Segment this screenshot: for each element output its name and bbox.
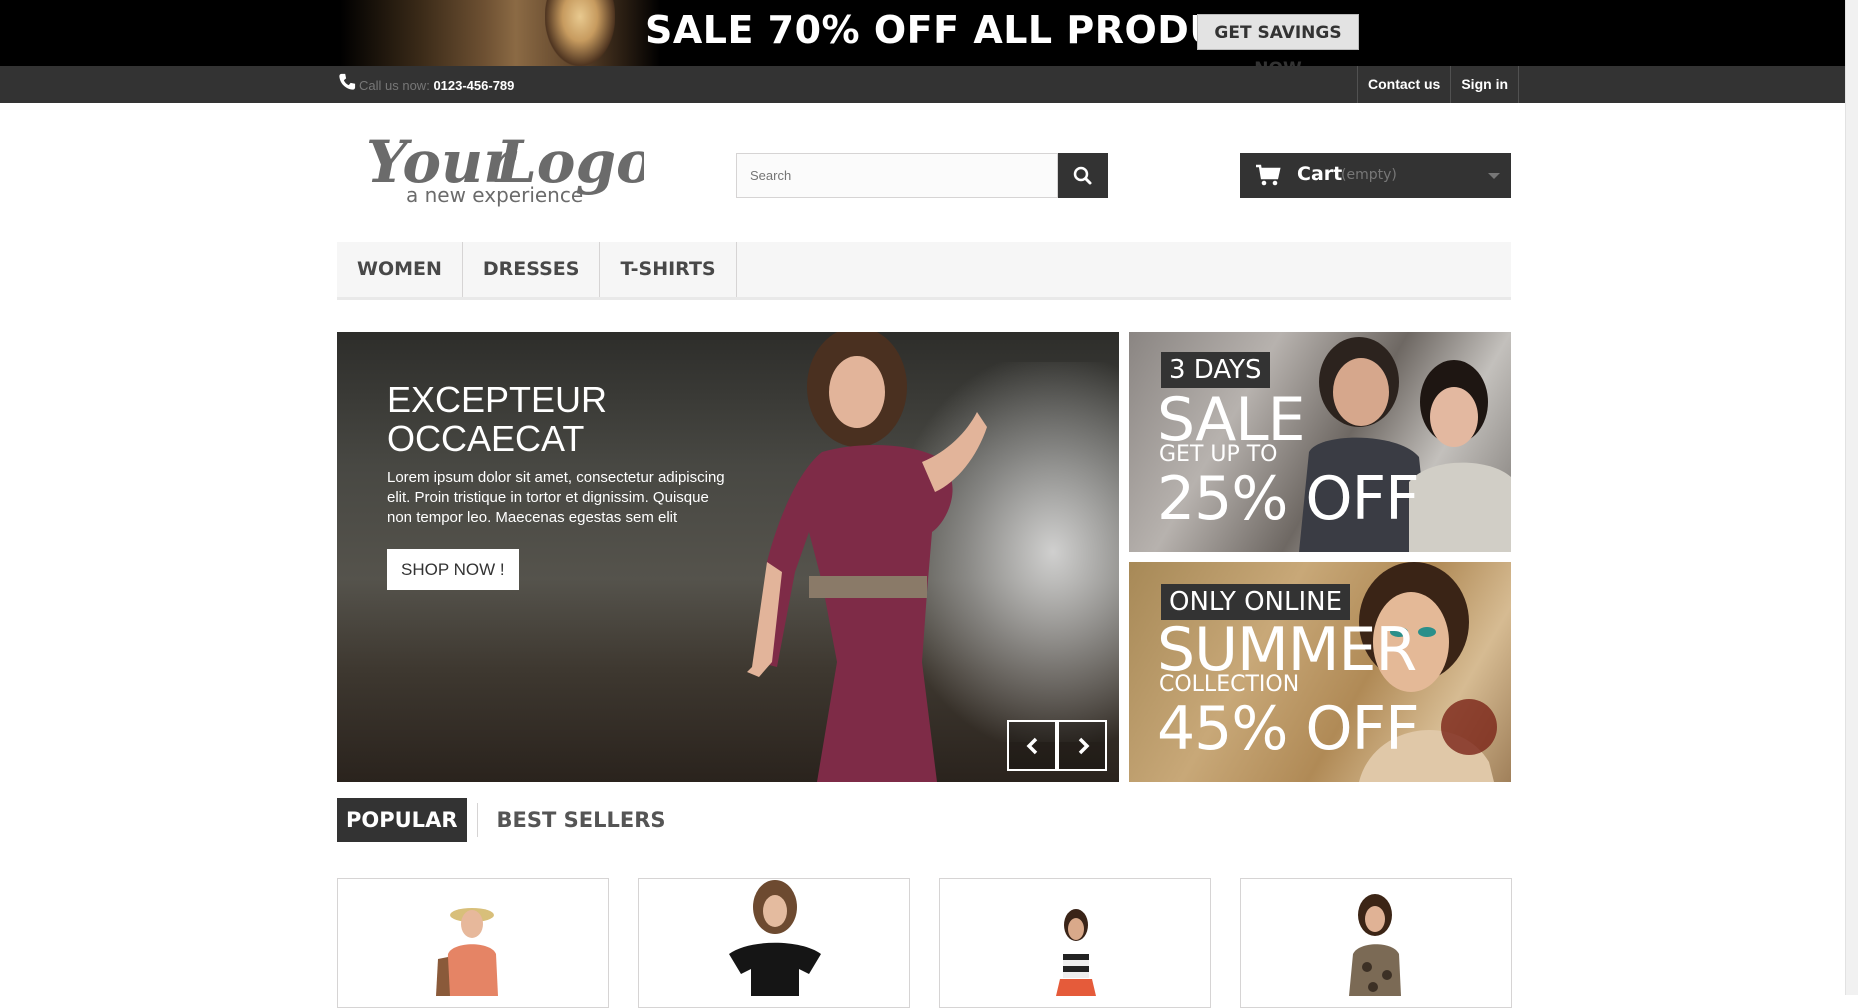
promo-discount: 25% OFF (1157, 464, 1420, 534)
hero-slider[interactable]: EXCEPTEUR OCCAECAT Lorem ipsum dolor sit… (337, 332, 1119, 782)
sign-in-link[interactable]: Sign in (1451, 66, 1520, 103)
promo-subline: GET UP TO (1159, 442, 1278, 467)
slider-next-button[interactable] (1057, 720, 1107, 771)
product-tabs: POPULAR BEST SELLERS (337, 798, 674, 842)
promo-subline: COLLECTION (1159, 672, 1300, 697)
page-scrollbar[interactable] (1845, 0, 1858, 995)
product-card[interactable] (638, 878, 910, 1008)
shop-now-button[interactable]: SHOP NOW ! (387, 549, 519, 590)
product-image (729, 880, 821, 996)
menu-item-women[interactable]: WOMEN (337, 242, 463, 297)
slide-title-line-2: OCCAECAT (387, 418, 585, 459)
product-image (436, 908, 498, 996)
chevron-down-icon (1488, 173, 1500, 179)
product-image (1056, 909, 1096, 996)
phone-number: 0123-456-789 (433, 78, 515, 93)
cart-button[interactable]: Cart (empty) (1240, 153, 1511, 198)
promo-tag: 3 DAYS (1161, 352, 1270, 388)
product-image (1349, 894, 1401, 996)
slide-description: Lorem ipsum dolor sit amet, consectetur … (387, 469, 725, 526)
promo-headline: SUMMER (1157, 615, 1417, 685)
product-grid (337, 878, 1512, 1008)
slide-title: EXCEPTEUR OCCAECAT (387, 380, 707, 458)
chevron-right-icon (1078, 737, 1090, 755)
top-promo-banner[interactable]: SALE 70% OFF ALL PRODUCTS GET SAVINGS NO… (0, 0, 1858, 66)
contact-us-link[interactable]: Contact us (1358, 66, 1452, 103)
call-us-text: Call us now: 0123-456-789 (359, 78, 514, 93)
promo-discount: 45% OFF (1157, 694, 1420, 764)
promo-headline: SALE (1157, 385, 1306, 455)
header-links: Contact us Sign in (1357, 66, 1520, 103)
main-menu: WOMEN DRESSES T-SHIRTS (337, 242, 1511, 300)
tab-divider (476, 803, 478, 837)
cart-status: (empty) (1341, 167, 1397, 183)
product-card[interactable] (337, 878, 609, 1008)
top-nav-bar: Call us now: 0123-456-789 Contact us Sig… (0, 66, 1845, 103)
tab-best-sellers[interactable]: BEST SELLERS (488, 798, 675, 842)
promo-banner-sale[interactable]: 3 DAYS SALE GET UP TO 25% OFF (1129, 332, 1511, 552)
store-logo[interactable]: Your Logo a new experience (364, 124, 644, 212)
search-input[interactable] (736, 153, 1058, 198)
chevron-left-icon (1026, 737, 1038, 755)
menu-item-tshirts[interactable]: T-SHIRTS (600, 242, 737, 297)
search-button[interactable] (1058, 153, 1108, 198)
cart-label: Cart (1297, 163, 1343, 185)
menu-item-dresses[interactable]: DRESSES (463, 242, 601, 297)
product-card[interactable] (939, 878, 1211, 1008)
slide-model-image (747, 332, 987, 782)
call-us-label: Call us now: (359, 78, 430, 93)
product-card[interactable] (1240, 878, 1512, 1008)
slide-title-line-1: EXCEPTEUR (387, 379, 608, 420)
shopping-cart-icon (1256, 164, 1281, 186)
tab-popular[interactable]: POPULAR (337, 798, 467, 842)
svg-text:a new experience: a new experience (406, 183, 583, 207)
get-savings-button[interactable]: GET SAVINGS NOW (1197, 14, 1359, 66)
banner-model-image (545, 0, 615, 66)
promo-banner-summer[interactable]: ONLY ONLINE SUMMER COLLECTION 45% OFF (1129, 562, 1511, 782)
slider-prev-button[interactable] (1007, 720, 1057, 771)
phone-icon (339, 73, 356, 90)
search-icon (1073, 166, 1092, 185)
